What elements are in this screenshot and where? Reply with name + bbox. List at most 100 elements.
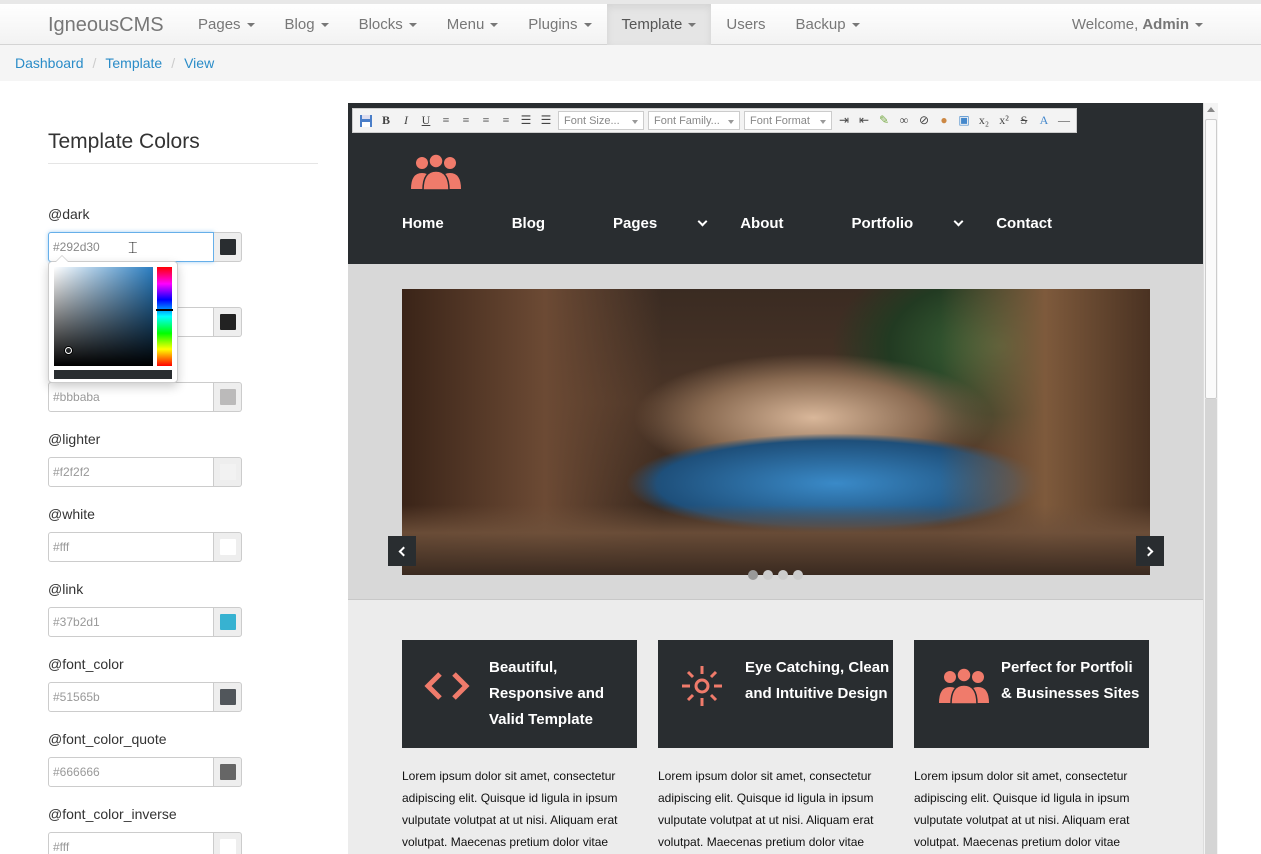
align-center-icon[interactable]: ≡ (456, 111, 476, 131)
color-swatch-button[interactable] (214, 757, 242, 787)
superscript-icon[interactable]: x² (994, 111, 1014, 131)
align-justify-icon[interactable]: ≡ (496, 111, 516, 131)
horizontal-rule-icon[interactable]: — (1054, 111, 1074, 131)
feature-header: Beautiful, Responsive and Valid Template (402, 640, 637, 748)
brand-logo[interactable]: IgneousCMS (48, 14, 164, 37)
slider-dot[interactable] (793, 570, 803, 580)
color-input[interactable]: #f2f2f2 (48, 457, 214, 487)
indent-icon[interactable]: ⇥ (834, 111, 854, 131)
color-swatch-button[interactable] (214, 457, 242, 487)
user-menu[interactable]: Welcome, Admin (1072, 4, 1203, 45)
remove-format-icon[interactable]: A (1034, 111, 1054, 131)
nav-backup[interactable]: Backup (781, 4, 875, 45)
strikethrough-icon[interactable]: S (1014, 111, 1034, 131)
italic-icon[interactable]: I (396, 111, 416, 131)
breadcrumb-view[interactable]: View (184, 55, 214, 71)
slider-dots (748, 570, 808, 580)
nav-pages[interactable]: Pages (183, 4, 270, 45)
color-swatch-button[interactable] (214, 532, 242, 562)
nav-label: Menu (446, 16, 485, 33)
scrollbar-thumb[interactable] (1205, 119, 1217, 399)
color-swatch-button[interactable] (214, 232, 242, 262)
html-icon[interactable]: ▣ (954, 111, 974, 131)
color-picker-popup (48, 255, 178, 383)
preview-nav-about[interactable]: About (740, 215, 817, 232)
unlink-icon[interactable]: ⊘ (914, 111, 934, 131)
preview-nav-portfolio[interactable]: Portfolio (852, 215, 964, 232)
color-input[interactable]: #51565b (48, 682, 214, 712)
save-icon[interactable] (356, 111, 376, 131)
nav-blocks[interactable]: Blocks (344, 4, 432, 45)
image-icon[interactable]: ● (934, 111, 954, 131)
font-family-select[interactable]: Font Family... (648, 111, 740, 130)
color-swatch-button[interactable] (214, 682, 242, 712)
font-format-select[interactable]: Font Format (744, 111, 832, 130)
hue-slider[interactable] (156, 267, 173, 366)
ordered-list-icon[interactable]: ☰ (516, 111, 536, 131)
chevron-down-icon (953, 216, 964, 227)
color-swatch-button[interactable] (214, 307, 242, 337)
align-right-icon[interactable]: ≡ (476, 111, 496, 131)
nav-template[interactable]: Template (606, 4, 712, 45)
preview-nav-contact[interactable]: Contact (996, 215, 1086, 232)
color-swatch-button[interactable] (214, 607, 242, 637)
scroll-up-icon[interactable] (1207, 107, 1215, 112)
color-swatch-button[interactable] (214, 382, 242, 412)
color-input[interactable]: #fff (48, 832, 214, 854)
field-label: @lighter (48, 431, 101, 447)
field-label: @white (48, 506, 95, 522)
color-swatch-button[interactable] (214, 832, 242, 854)
preview-nav-pages[interactable]: Pages (613, 215, 708, 232)
font-size-select[interactable]: Font Size... (558, 111, 644, 130)
saturation-area[interactable] (54, 267, 153, 366)
breadcrumb-template[interactable]: Template (105, 55, 162, 71)
preview-nav-home[interactable]: Home (402, 215, 478, 232)
unordered-list-icon[interactable]: ☰ (536, 111, 556, 131)
field-label: @dark (48, 206, 90, 222)
color-input[interactable]: #bbbaba (48, 382, 214, 412)
field-label: @link (48, 581, 84, 597)
slider-prev-button[interactable] (388, 536, 416, 566)
color-input[interactable]: #fff (48, 532, 214, 562)
edit-icon[interactable]: ✎ (874, 111, 894, 131)
slider-dot[interactable] (763, 570, 773, 580)
preview-nav-blog[interactable]: Blog (512, 215, 579, 232)
underline-icon[interactable]: U (416, 111, 436, 131)
align-left-icon[interactable]: ≡ (436, 111, 456, 131)
nav-blog[interactable]: Blog (270, 4, 344, 45)
preview-scrollbar[interactable] (1203, 103, 1218, 854)
subscript-icon[interactable]: x₂ (974, 111, 994, 131)
caret-down-icon (246, 22, 255, 27)
nav-label: Plugins (528, 16, 578, 33)
preview-header: B I U ≡ ≡ ≡ ≡ ☰ ☰ Font Size... Font Fami… (348, 103, 1203, 264)
nav-menu[interactable]: Menu (432, 4, 514, 45)
panel-title: Template Colors (48, 100, 318, 164)
main-nav: Pages Blog Blocks Menu Plugins Template … (183, 4, 875, 45)
scrollbar-track[interactable] (1205, 399, 1217, 854)
slider-dot[interactable] (778, 570, 788, 580)
link-icon[interactable]: ∞ (894, 111, 914, 131)
color-input[interactable]: #666666 (48, 757, 214, 787)
saturation-handle[interactable] (65, 347, 72, 354)
bold-icon[interactable]: B (376, 111, 396, 131)
chevron-down-icon (697, 216, 708, 227)
color-swatch (219, 539, 236, 555)
color-field-font-color: @font_color #51565b (48, 656, 242, 712)
nav-plugins[interactable]: Plugins (513, 4, 606, 45)
slide-image-cave (402, 289, 1150, 575)
users-logo-icon[interactable] (408, 153, 464, 194)
color-field-white: @white #fff (48, 506, 242, 562)
nav-label: Backup (795, 16, 846, 33)
caret-down-icon (490, 22, 499, 27)
preview-nav: Home Blog Pages About Portfolio Contact (402, 215, 1120, 232)
breadcrumb-dashboard[interactable]: Dashboard (15, 55, 84, 71)
breadcrumb: Dashboard / Template / View (0, 45, 1261, 81)
hue-handle[interactable] (156, 309, 173, 311)
outdent-icon[interactable]: ⇤ (854, 111, 874, 131)
nav-users[interactable]: Users (711, 4, 780, 45)
slider-dot[interactable] (748, 570, 758, 580)
slider-next-button[interactable] (1136, 536, 1164, 566)
template-colors-panel: Template Colors (48, 100, 318, 164)
color-input[interactable]: #37b2d1 (48, 607, 214, 637)
users-icon (936, 666, 989, 706)
